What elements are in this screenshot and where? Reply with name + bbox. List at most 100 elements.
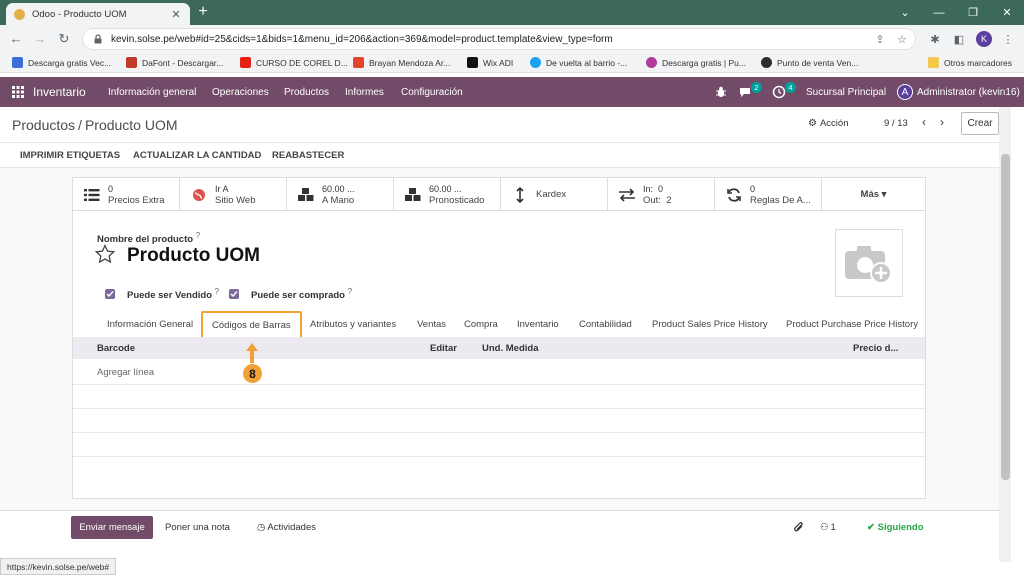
bookmark-item[interactable]: Brayan Mendoza Ar...: [353, 57, 450, 68]
restore-icon[interactable]: ❐: [956, 0, 990, 25]
can-be-purchased-field[interactable]: Puede ser comprado ?: [229, 287, 352, 301]
address-bar[interactable]: kevin.solse.pe/web#id=25&cids=1&bids=1&m…: [82, 28, 916, 50]
tab-informacion-general[interactable]: Información General: [107, 319, 193, 330]
clock-icon: ◷: [257, 522, 266, 533]
column-editar[interactable]: Editar: [430, 343, 457, 354]
tab-product-purchase-price-history[interactable]: Product Purchase Price History: [786, 319, 918, 330]
log-note-button[interactable]: Poner una nota: [165, 522, 230, 533]
help-mark: ?: [214, 287, 220, 296]
activities-clock-icon[interactable]: [772, 85, 786, 99]
tab-codigos-de-barras[interactable]: Códigos de Barras: [201, 311, 302, 340]
activities-badge: 4: [785, 82, 796, 93]
smart-button-forecasted[interactable]: 60.00 ... Pronosticado: [394, 178, 501, 211]
chrome-menu-icon[interactable]: ⋮: [999, 30, 1017, 48]
paperclip-icon[interactable]: [793, 521, 805, 534]
breadcrumb-parent[interactable]: Productos: [12, 117, 75, 133]
pager-value[interactable]: 9 / 13: [884, 118, 908, 129]
can-be-sold-field[interactable]: Puede ser Vendido ?: [105, 287, 219, 301]
bookmark-item[interactable]: Wix ADI: [467, 57, 513, 68]
breadcrumb-separator: /: [78, 117, 82, 133]
reload-icon[interactable]: ↻: [56, 31, 72, 47]
user-menu[interactable]: Administrator (kevin16): [917, 87, 1020, 98]
bookmark-item[interactable]: De vuelta al barrio -...: [530, 57, 627, 68]
send-message-button[interactable]: Enviar mensaje: [71, 516, 153, 539]
bug-icon[interactable]: [714, 85, 728, 99]
new-tab-icon[interactable]: +: [195, 4, 211, 20]
smart-button-website[interactable]: Ir A Sitio Web: [180, 178, 287, 211]
table-row: Agregar línea: [73, 361, 925, 385]
action-dropdown[interactable]: ⚙ Acción: [808, 118, 848, 129]
forward-icon[interactable]: →: [32, 31, 48, 47]
tab-search-icon[interactable]: ⌄: [888, 0, 922, 25]
column-precio[interactable]: Precio d...: [853, 343, 898, 354]
table-row: [73, 409, 925, 433]
other-bookmarks[interactable]: Otros marcadores: [928, 57, 1012, 68]
smart-button-reorder-rules[interactable]: 0 Reglas De A...: [715, 178, 822, 211]
profile-avatar[interactable]: K: [976, 31, 992, 47]
followers-button[interactable]: ⚇ 1: [820, 522, 836, 533]
lock-icon: [94, 34, 102, 44]
can-be-sold-label: Puede ser Vendido ?: [127, 287, 219, 301]
app-name[interactable]: Inventario: [33, 85, 86, 99]
tab-contabilidad[interactable]: Contabilidad: [579, 319, 632, 330]
menu-productos[interactable]: Productos: [284, 87, 329, 98]
product-image-placeholder[interactable]: [835, 229, 903, 297]
messages-icon[interactable]: [738, 85, 752, 99]
pager-next-icon[interactable]: ›: [936, 115, 948, 129]
browser-tab[interactable]: Odoo - Producto UOM ✕: [6, 3, 190, 25]
globe-icon: [190, 187, 208, 203]
print-labels-button[interactable]: IMPRIMIR ETIQUETAS: [20, 150, 120, 161]
scrollbar-thumb[interactable]: [1001, 154, 1010, 480]
bookmark-item[interactable]: Descarga gratis | Pu...: [646, 57, 746, 68]
product-name-field[interactable]: Producto UOM: [127, 245, 260, 267]
smart-button-label: Precios Extra: [108, 194, 165, 206]
bookmark-item[interactable]: Punto de venta Ven...: [761, 57, 858, 68]
bookmark-favicon-icon: [530, 57, 541, 68]
minimize-icon[interactable]: —: [922, 0, 956, 25]
pager-previous-icon[interactable]: ‹: [918, 115, 930, 129]
user-avatar[interactable]: A: [897, 84, 913, 100]
back-icon[interactable]: ←: [8, 31, 24, 47]
close-window-icon[interactable]: ✕: [990, 0, 1024, 25]
activities-button[interactable]: ◷ Actividades: [257, 522, 316, 533]
following-button[interactable]: ✔ Siguiendo: [867, 522, 924, 533]
bookmark-item[interactable]: CURSO DE COREL D...: [240, 57, 348, 68]
bookmark-favicon-icon: [646, 57, 657, 68]
share-icon[interactable]: ⇪: [871, 30, 889, 48]
can-be-purchased-checkbox[interactable]: [229, 289, 239, 300]
menu-operaciones[interactable]: Operaciones: [212, 87, 269, 98]
smart-button-in-out[interactable]: In: 0 Out: 2: [608, 178, 715, 211]
smart-button-kardex[interactable]: Kardex: [501, 178, 608, 211]
menu-configuracion[interactable]: Configuración: [401, 87, 463, 98]
extensions-icon[interactable]: ✱: [926, 30, 944, 48]
can-be-sold-checkbox[interactable]: [105, 289, 115, 300]
bookmark-item[interactable]: DaFont - Descargar...: [126, 57, 223, 68]
smart-button-on-hand[interactable]: 60.00 ... A Mano: [287, 178, 394, 211]
create-button[interactable]: Crear: [961, 112, 999, 135]
column-barcode[interactable]: Barcode: [97, 343, 135, 354]
favorite-star-icon[interactable]: [95, 244, 115, 264]
barcode-table-header: Barcode Editar Und. Medida Precio d...: [73, 337, 925, 359]
tab-compra[interactable]: Compra: [464, 319, 498, 330]
browser-toolbar: ← → ↻ kevin.solse.pe/web#id=25&cids=1&bi…: [0, 25, 1024, 53]
bookmark-star-icon[interactable]: ☆: [893, 30, 911, 48]
close-tab-icon[interactable]: ✕: [170, 8, 182, 21]
apps-grid-icon[interactable]: [12, 86, 24, 98]
tab-product-sales-price-history[interactable]: Product Sales Price History: [652, 319, 768, 330]
tab-inventario[interactable]: Inventario: [517, 319, 559, 330]
smart-button-extra-prices[interactable]: 0 Precios Extra: [73, 178, 180, 211]
smart-button-more[interactable]: Más ▾: [822, 178, 925, 211]
tab-atributos-y-variantes[interactable]: Atributos y variantes: [310, 319, 396, 330]
menu-informes[interactable]: Informes: [345, 87, 384, 98]
company-switcher[interactable]: Sucursal Principal: [806, 87, 886, 98]
side-panel-icon[interactable]: ◧: [950, 30, 968, 48]
update-quantity-button[interactable]: ACTUALIZAR LA CANTIDAD: [133, 150, 261, 161]
replenish-button[interactable]: REABASTECER: [272, 150, 344, 161]
column-und-medida[interactable]: Und. Medida: [482, 343, 538, 354]
add-line-link[interactable]: Agregar línea: [97, 367, 154, 378]
tutorial-arrow-icon: [246, 343, 258, 363]
form-sheet: 0 Precios Extra Ir A Sitio Web 60.00 ... A …: [72, 177, 926, 499]
bookmark-item[interactable]: Descarga gratis Vec...: [12, 57, 111, 68]
tab-ventas[interactable]: Ventas: [417, 319, 446, 330]
menu-informacion-general[interactable]: Información general: [108, 87, 196, 98]
